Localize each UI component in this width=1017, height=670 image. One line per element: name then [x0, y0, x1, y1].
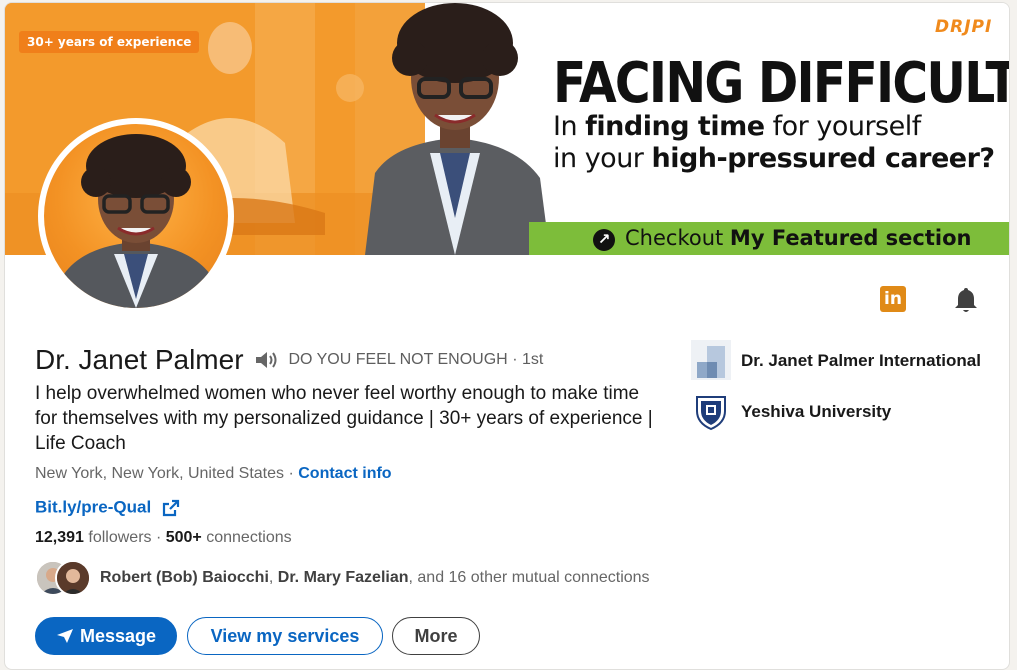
pronunciation-text: DO YOU FEEL NOT ENOUGH — [288, 351, 508, 368]
message-button-label: Message — [79, 626, 157, 646]
stats-separator: · — [151, 529, 166, 546]
location-separator: · — [284, 465, 299, 482]
banner-subline-1: In finding time for yourself — [553, 111, 921, 142]
banner-brand-logo: DRJPI — [927, 13, 997, 43]
website-row: Bit.ly/pre-Qual — [35, 497, 180, 518]
mutual-avatars — [35, 560, 95, 596]
location-row: New York, New York, United States · Cont… — [35, 465, 392, 483]
view-services-button[interactable]: View my services — [187, 617, 383, 655]
banner-portrait-image — [365, 3, 550, 255]
website-link[interactable]: Bit.ly/pre-Qual — [35, 498, 151, 517]
avatar-portrait-image — [54, 134, 220, 308]
experience-badge: 30+ years of experience — [19, 31, 200, 53]
mutual-avatar — [55, 560, 91, 596]
profile-card: 30+ years of experience DRJPI FACING DIF… — [4, 2, 1010, 670]
followers-label: followers — [83, 529, 152, 546]
followers-count[interactable]: 12,391 — [35, 529, 84, 546]
bell-icon[interactable] — [953, 286, 979, 314]
profile-name: Dr. Janet Palmer — [35, 344, 244, 375]
university-shield-icon — [696, 396, 726, 431]
banner-headline: FACING DIFFICULTY — [553, 51, 1010, 116]
company-logo-icon — [691, 340, 731, 380]
external-link-icon[interactable] — [162, 499, 180, 517]
message-button[interactable]: Message — [35, 617, 177, 655]
connections-count[interactable]: 500+ — [166, 529, 202, 546]
speaker-icon[interactable] — [254, 349, 280, 371]
contact-info-link[interactable]: Contact info — [298, 465, 391, 482]
connection-degree: · 1st — [512, 351, 544, 368]
banner-cta-text: Checkout My Featured section — [625, 226, 972, 250]
banner-subline-2: in your high-pressured career? — [553, 143, 995, 174]
linkedin-icon[interactable]: in — [880, 286, 906, 312]
network-stats: 12,391 followers · 500+ connections — [35, 529, 292, 547]
school-name: Yeshiva University — [741, 402, 892, 421]
profile-avatar[interactable] — [38, 118, 234, 314]
avatar-photo — [44, 124, 228, 308]
profile-location: New York, New York, United States — [35, 465, 285, 482]
send-icon — [56, 628, 73, 643]
arrow-up-right-icon: ↗ — [593, 229, 615, 251]
banner-logo-text: DRJPI — [935, 17, 993, 37]
more-button[interactable]: More — [392, 617, 480, 655]
mutual-connections-text: Robert (Bob) Baiocchi, Dr. Mary Fazelian… — [100, 569, 650, 586]
company-name: Dr. Janet Palmer International — [741, 351, 981, 370]
name-row: Dr. Janet Palmer DO YOU FEEL NOT ENOUGH … — [35, 344, 543, 378]
banner-cta-bar: ↗ Checkout My Featured section — [529, 222, 1009, 255]
profile-headline: I help overwhelmed women who never feel … — [35, 383, 653, 454]
connections-label: connections — [201, 529, 292, 546]
